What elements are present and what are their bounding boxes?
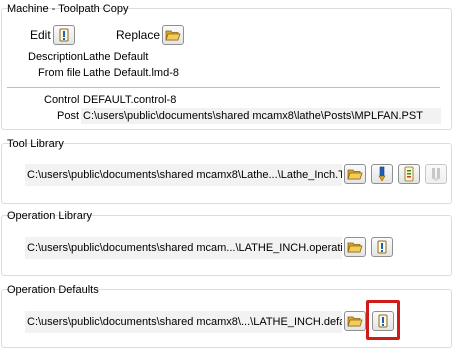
tool-library-disabled-button[interactable] <box>425 164 447 184</box>
control-label: Control <box>44 94 80 106</box>
operation-defaults-open-button[interactable] <box>344 311 366 331</box>
post-label: Post <box>57 110 80 122</box>
tool-icon <box>378 166 386 182</box>
operation-library-edit-button[interactable] <box>371 237 393 257</box>
tool-library-open-button[interactable] <box>344 164 366 184</box>
tool-list-icon <box>404 166 414 182</box>
from-file-label: From file <box>38 67 81 79</box>
folder-open-icon <box>347 316 363 327</box>
group-title: Operation Library <box>7 210 92 222</box>
edit-label: Edit <box>30 28 51 42</box>
machine-replace-button[interactable] <box>162 25 184 45</box>
edit-icon <box>378 314 388 328</box>
folder-open-icon <box>347 169 363 180</box>
operation-defaults-path: C:\users\public\documents\shared mcamx8\… <box>25 311 342 333</box>
operation-library-open-button[interactable] <box>344 237 366 257</box>
replace-label: Replace <box>116 28 161 42</box>
operation-library-path: C:\users\public\documents\shared mcam...… <box>25 237 342 259</box>
tool-library-list-button[interactable] <box>398 164 420 184</box>
folder-open-icon <box>347 242 363 253</box>
divider <box>7 87 440 88</box>
group-title: Machine - Toolpath Copy <box>7 3 129 15</box>
edit-icon <box>377 240 387 254</box>
from-file-value: Lathe Default.lmd-8 <box>83 67 179 79</box>
tool-library-tool-button[interactable] <box>371 164 393 184</box>
tool-library-path: C:\users\public\documents\shared mcamx8\… <box>25 164 342 186</box>
group-title: Operation Defaults <box>7 284 99 296</box>
operation-defaults-edit-button[interactable] <box>372 311 394 331</box>
description-value: Lathe Default <box>83 51 149 63</box>
description-label: Description <box>28 51 84 63</box>
folder-open-icon <box>165 30 181 41</box>
group-title: Tool Library <box>7 138 64 150</box>
edit-icon <box>59 28 69 42</box>
tool-disabled-icon <box>431 168 441 181</box>
control-value: DEFAULT.control-8 <box>83 94 177 106</box>
machine-edit-button[interactable] <box>53 25 75 45</box>
post-path-field: C:\users\public\documents\shared mcamx8\… <box>81 108 441 124</box>
